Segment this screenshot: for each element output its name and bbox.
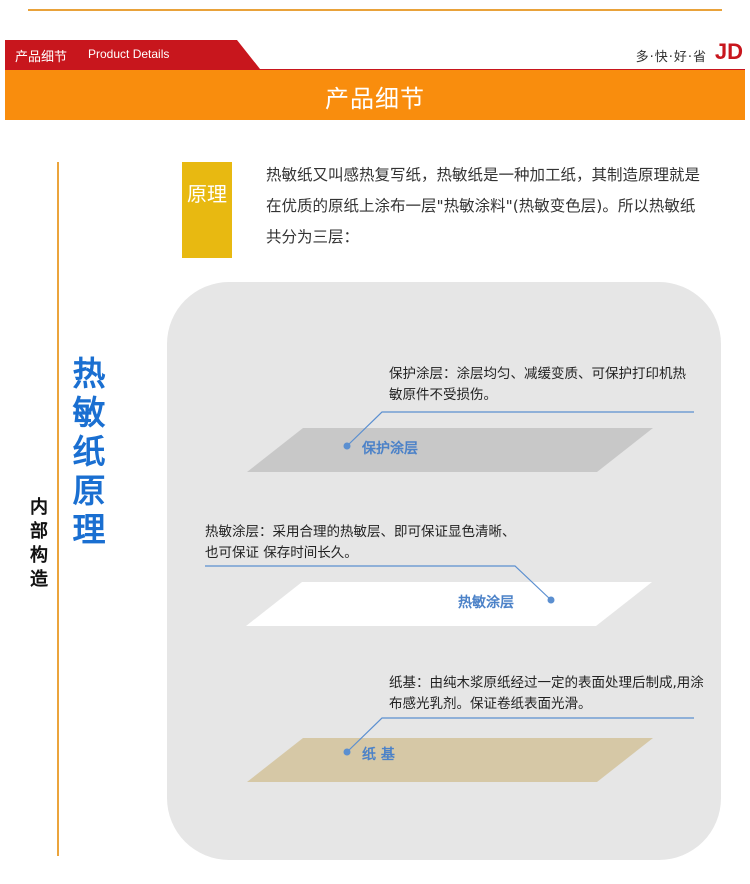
protective-layer-description: 保护涂层：涂层均匀、减缓变质、可保护打印机热敏原件不受损伤。 — [389, 366, 686, 403]
thermal-layer-label: 热敏涂层 — [458, 595, 514, 611]
paper-base-layer-dot — [343, 748, 351, 756]
protective-layer-label: 保护涂层 — [362, 441, 418, 457]
thermal-layer-dot — [547, 596, 555, 604]
paper-base-layer-connector — [346, 717, 694, 753]
protective-layer-dot — [343, 442, 351, 450]
paper-base-layer-description: 纸基：由纯木浆原纸经过一定的表面处理后制成,用涂布感光乳剂。保证卷纸表面光滑。 — [389, 675, 704, 712]
thermal-layer-description: 热敏涂层：采用合理的热敏层、即可保证显色清晰、也可保证 保存时间长久。 — [205, 524, 516, 561]
paper-base-layer-label: 纸 基 — [362, 747, 395, 763]
